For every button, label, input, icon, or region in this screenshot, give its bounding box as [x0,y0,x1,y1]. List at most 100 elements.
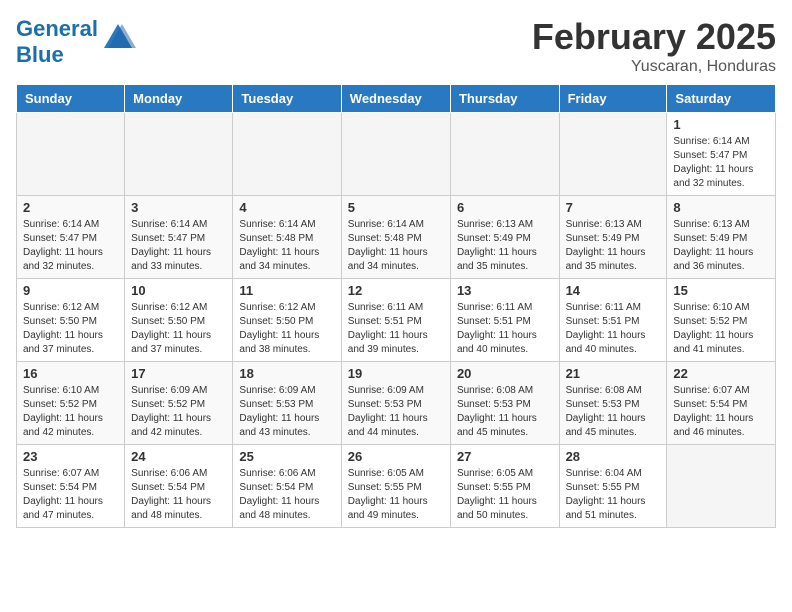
day-info: Sunrise: 6:14 AMSunset: 5:47 PMDaylight:… [131,218,226,274]
day-number: 5 [348,200,444,215]
calendar-cell [17,113,125,196]
title-block: February 2025 Yuscaran, Honduras [532,16,776,76]
calendar-cell: 14 Sunrise: 6:11 AMSunset: 5:51 PMDayligh… [559,279,667,362]
day-info: Sunrise: 6:13 AMSunset: 5:49 PMDaylight:… [673,218,769,274]
calendar-title: February 2025 [532,16,776,58]
calendar-cell: 16 Sunrise: 6:10 AMSunset: 5:52 PMDayligh… [17,362,125,445]
calendar-cell [341,113,450,196]
day-info: Sunrise: 6:07 AMSunset: 5:54 PMDaylight:… [23,467,118,523]
day-number: 9 [23,283,118,298]
logo-text: General Blue [16,16,98,68]
day-info: Sunrise: 6:11 AMSunset: 5:51 PMDaylight:… [566,301,661,357]
weekday-header: Friday [559,85,667,113]
calendar-subtitle: Yuscaran, Honduras [532,58,776,76]
calendar-cell: 22Sunrise: 6:07 AMSunset: 5:54 PMDayligh… [667,362,776,445]
day-info: Sunrise: 6:05 AMSunset: 5:55 PMDaylight:… [348,467,444,523]
weekday-header: Tuesday [233,85,341,113]
calendar-week-row: 16 Sunrise: 6:10 AMSunset: 5:52 PMDayligh… [17,362,776,445]
day-info: Sunrise: 6:04 AMSunset: 5:55 PMDaylight:… [566,467,661,523]
day-number: 19 [348,366,444,381]
calendar-cell: 3 Sunrise: 6:14 AMSunset: 5:47 PMDaylight… [125,196,233,279]
day-number: 17 [131,366,226,381]
calendar-cell: 17 Sunrise: 6:09 AMSunset: 5:52 PMDayligh… [125,362,233,445]
day-info: Sunrise: 6:08 AMSunset: 5:53 PMDaylight:… [457,384,553,440]
calendar-cell [125,113,233,196]
calendar-week-row: 23 Sunrise: 6:07 AMSunset: 5:54 PMDayligh… [17,445,776,528]
calendar-cell: 7 Sunrise: 6:13 AMSunset: 5:49 PMDaylight… [559,196,667,279]
day-info: Sunrise: 6:13 AMSunset: 5:49 PMDaylight:… [457,218,553,274]
day-number: 7 [566,200,661,215]
calendar-cell: 5 Sunrise: 6:14 AMSunset: 5:48 PMDaylight… [341,196,450,279]
calendar-cell: 6Sunrise: 6:13 AMSunset: 5:49 PMDaylight… [450,196,559,279]
calendar-cell: 26 Sunrise: 6:05 AMSunset: 5:55 PMDayligh… [341,445,450,528]
calendar-cell: 10Sunrise: 6:12 AMSunset: 5:50 PMDayligh… [125,279,233,362]
day-number: 26 [348,449,444,464]
day-info: Sunrise: 6:10 AMSunset: 5:52 PMDaylight:… [673,301,769,357]
day-number: 3 [131,200,226,215]
day-number: 16 [23,366,118,381]
weekday-header: Wednesday [341,85,450,113]
day-info: Sunrise: 6:14 AMSunset: 5:48 PMDaylight:… [239,218,334,274]
calendar-cell [233,113,341,196]
calendar-cell: 28 Sunrise: 6:04 AMSunset: 5:55 PMDayligh… [559,445,667,528]
day-info: Sunrise: 6:09 AMSunset: 5:53 PMDaylight:… [348,384,444,440]
calendar-cell [559,113,667,196]
day-info: Sunrise: 6:09 AMSunset: 5:53 PMDaylight:… [239,384,334,440]
calendar-cell: 9 Sunrise: 6:12 AMSunset: 5:50 PMDaylight… [17,279,125,362]
day-info: Sunrise: 6:14 AMSunset: 5:47 PMDaylight:… [23,218,118,274]
weekday-header: Sunday [17,85,125,113]
weekday-header: Saturday [667,85,776,113]
calendar-cell: 4 Sunrise: 6:14 AMSunset: 5:48 PMDaylight… [233,196,341,279]
calendar-table: SundayMondayTuesdayWednesdayThursdayFrid… [16,84,776,528]
weekday-header: Monday [125,85,233,113]
day-number: 8 [673,200,769,215]
day-number: 4 [239,200,334,215]
calendar-cell: 20 Sunrise: 6:08 AMSunset: 5:53 PMDayligh… [450,362,559,445]
day-info: Sunrise: 6:09 AMSunset: 5:52 PMDaylight:… [131,384,226,440]
weekday-header-row: SundayMondayTuesdayWednesdayThursdayFrid… [17,85,776,113]
day-number: 14 [566,283,661,298]
calendar-cell: 25Sunrise: 6:06 AMSunset: 5:54 PMDayligh… [233,445,341,528]
day-number: 12 [348,283,444,298]
calendar-week-row: 2Sunrise: 6:14 AMSunset: 5:47 PMDaylight… [17,196,776,279]
day-info: Sunrise: 6:12 AMSunset: 5:50 PMDaylight:… [131,301,226,357]
day-number: 23 [23,449,118,464]
calendar-cell: 12 Sunrise: 6:11 AMSunset: 5:51 PMDayligh… [341,279,450,362]
day-number: 15 [673,283,769,298]
day-number: 20 [457,366,553,381]
day-number: 11 [239,283,334,298]
day-info: Sunrise: 6:07 AMSunset: 5:54 PMDaylight:… [673,384,769,440]
day-info: Sunrise: 6:12 AMSunset: 5:50 PMDaylight:… [239,301,334,357]
calendar-cell: 21 Sunrise: 6:08 AMSunset: 5:53 PMDayligh… [559,362,667,445]
calendar-cell: 23 Sunrise: 6:07 AMSunset: 5:54 PMDayligh… [17,445,125,528]
day-info: Sunrise: 6:14 AMSunset: 5:48 PMDaylight:… [348,218,444,274]
day-info: Sunrise: 6:10 AMSunset: 5:52 PMDaylight:… [23,384,118,440]
calendar-cell: 24Sunrise: 6:06 AMSunset: 5:54 PMDayligh… [125,445,233,528]
calendar-cell: 13Sunrise: 6:11 AMSunset: 5:51 PMDayligh… [450,279,559,362]
calendar-cell: 11 Sunrise: 6:12 AMSunset: 5:50 PMDayligh… [233,279,341,362]
day-number: 13 [457,283,553,298]
weekday-header: Thursday [450,85,559,113]
calendar-cell: 19 Sunrise: 6:09 AMSunset: 5:53 PMDayligh… [341,362,450,445]
page-header: General Blue February 2025 Yuscaran, Hon… [16,16,776,76]
calendar-cell: 2Sunrise: 6:14 AMSunset: 5:47 PMDaylight… [17,196,125,279]
day-info: Sunrise: 6:08 AMSunset: 5:53 PMDaylight:… [566,384,661,440]
calendar-cell: 27 Sunrise: 6:05 AMSunset: 5:55 PMDayligh… [450,445,559,528]
calendar-cell [450,113,559,196]
day-number: 18 [239,366,334,381]
calendar-cell: 15 Sunrise: 6:10 AMSunset: 5:52 PMDayligh… [667,279,776,362]
calendar-week-row: 9 Sunrise: 6:12 AMSunset: 5:50 PMDaylight… [17,279,776,362]
day-info: Sunrise: 6:11 AMSunset: 5:51 PMDaylight:… [348,301,444,357]
day-number: 27 [457,449,553,464]
calendar-cell [667,445,776,528]
day-number: 28 [566,449,661,464]
day-number: 25 [239,449,334,464]
day-info: Sunrise: 6:05 AMSunset: 5:55 PMDaylight:… [457,467,553,523]
calendar-cell: 8 Sunrise: 6:13 AMSunset: 5:49 PMDaylight… [667,196,776,279]
day-info: Sunrise: 6:12 AMSunset: 5:50 PMDaylight:… [23,301,118,357]
day-info: Sunrise: 6:14 AMSunset: 5:47 PMDaylight:… [673,135,769,191]
day-info: Sunrise: 6:13 AMSunset: 5:49 PMDaylight:… [566,218,661,274]
day-number: 21 [566,366,661,381]
calendar-cell: 18 Sunrise: 6:09 AMSunset: 5:53 PMDayligh… [233,362,341,445]
logo: General Blue [16,16,136,68]
